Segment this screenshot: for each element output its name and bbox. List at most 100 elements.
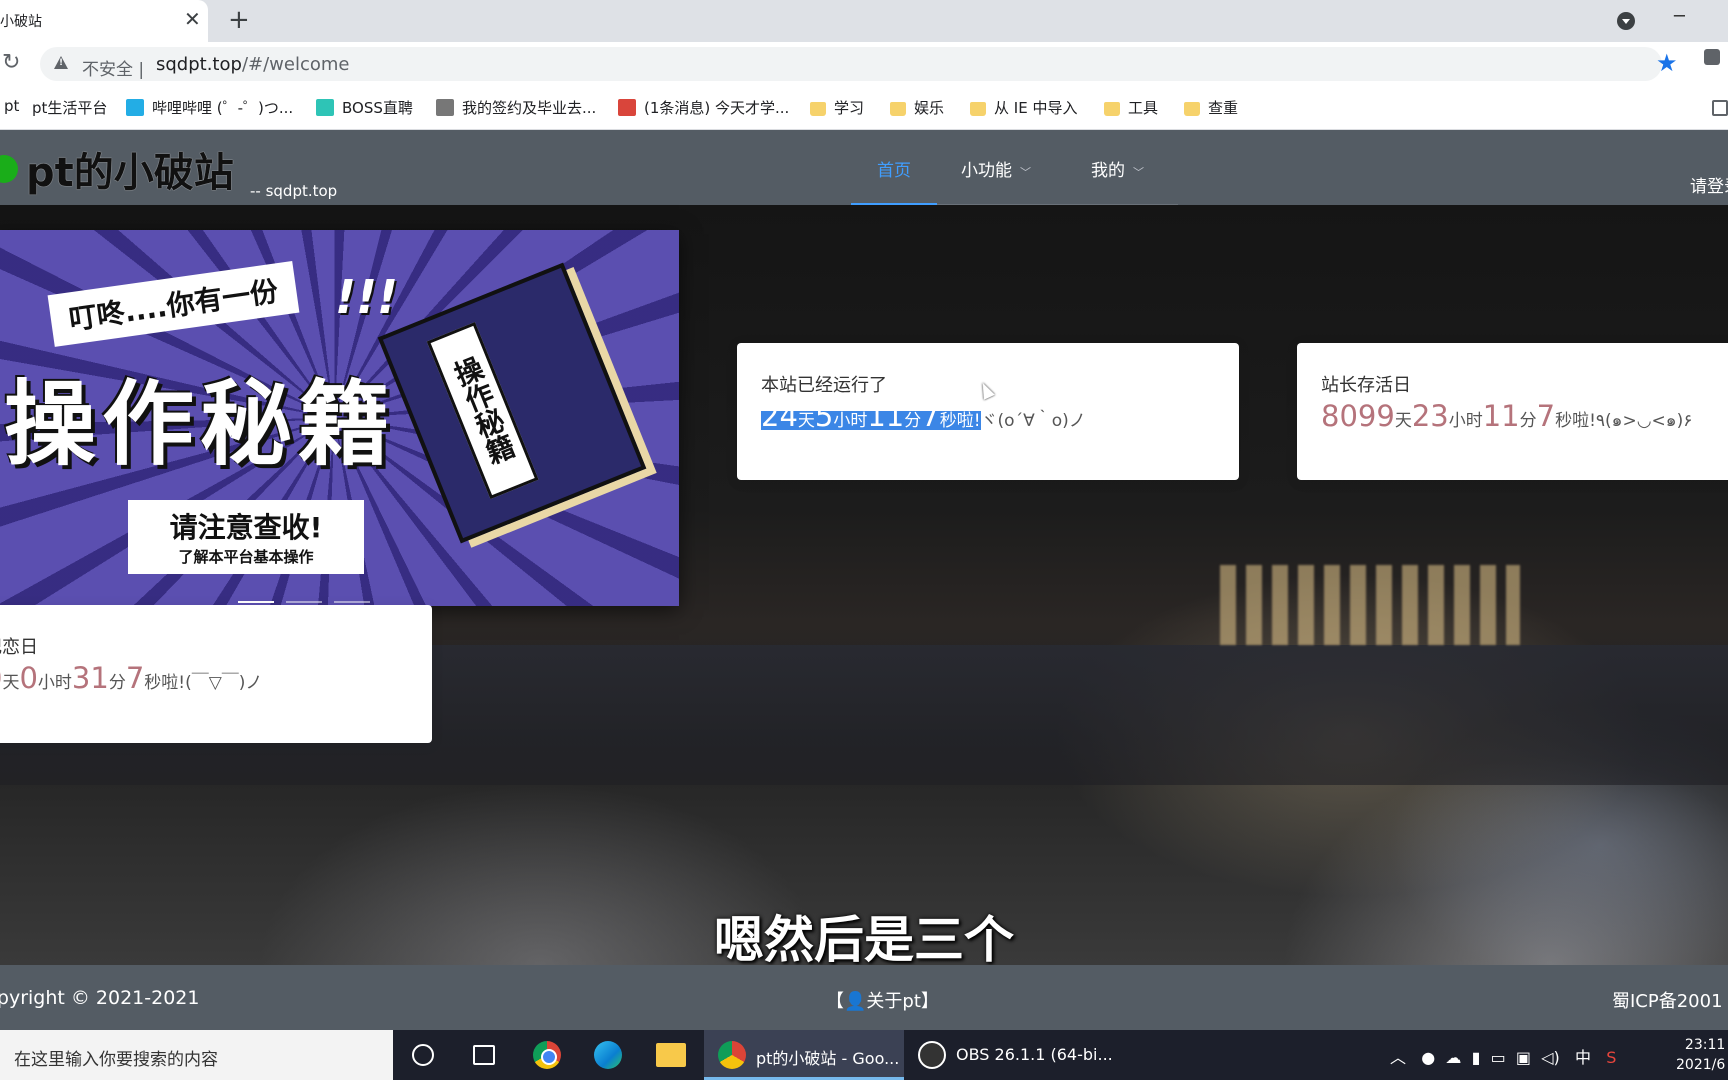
warning-icon[interactable] [54,56,68,69]
bookmark-item[interactable]: BOSS直聘 [316,97,413,118]
clock-time: 23:11 [1684,1037,1726,1053]
notice-sub: 了解本平台基本操作 [178,548,314,566]
icp-link[interactable]: 蜀ICP备2001 [1612,987,1723,1013]
site-logo[interactable]: pt的小破站 [0,140,234,196]
tray-chevron-icon[interactable]: ︿ [1390,1048,1406,1067]
card-site-running: 本站已经运行了 24天5小时11分7秒啦!ヾ(o´∀｀o)ノ [737,343,1239,480]
bookmark-folder[interactable]: 查重 [1184,97,1238,118]
selected-text: 24天5小时11分7秒啦! [761,399,981,433]
network-icon[interactable]: ▣ [1516,1048,1531,1067]
bookmark-folder[interactable]: 学习 [810,97,864,118]
site-domain: -- sqdpt.top [250,182,338,200]
about-link[interactable]: 【👤关于pt】 [826,987,939,1013]
login-link[interactable]: 请登录 [1690,172,1728,197]
bookmark-item[interactable]: 哔哩哔哩 (゜-゜)つ... [126,97,293,118]
card-counter: 0天0小时31分7秒啦!(￣▽￣)ノ [0,661,263,695]
bookmark-folder[interactable]: 从 IE 中导入 [970,97,1077,118]
folder-icon [1104,102,1120,116]
csdn-icon [618,99,636,116]
card-counter: 24天5小时11分7秒啦!ヾ(o´∀｀o)ノ [761,399,1086,433]
carousel-dot[interactable] [334,601,370,603]
site-footer: Copyright © 2021-2021 【👤关于pt】 蜀ICP备2001 [0,965,1728,1030]
chrome-icon[interactable] [533,1041,561,1069]
video-subtitle: 嗯然后是三个 [714,911,1014,965]
bookmark-folder[interactable]: 娱乐 [890,97,944,118]
bookmark-item[interactable]: (1条消息) 今天才学... [618,97,789,118]
book-label: 操作秘籍 [426,321,539,500]
nav-active-indicator [851,203,937,205]
card-counter: 8099天23小时11分7秒啦!٩(๑>◡<๑)۶ [1321,399,1693,433]
extensions-icon[interactable] [1704,49,1720,65]
banner-notice: 请注意查收! 了解本平台基本操作 [128,500,364,574]
main-nav: 首页 小功能 ﹀ 我的 ﹀ [851,130,1178,205]
card-title: 本站已经运行了 [761,375,887,396]
card-love-day: 纪恋日 0天0小时31分7秒啦!(￣▽￣)ノ [0,605,432,743]
sogou-icon[interactable]: S [1606,1048,1616,1067]
banner-exclamation: !!! [335,270,398,324]
taskbar-clock[interactable]: 23:11 2021/6 [1676,1035,1725,1075]
browser-toolbar: ↻ 不安全 | sqdpt.top/#/welcome ★ [0,42,1728,86]
nav-home[interactable]: 首页 [877,156,911,181]
security-label[interactable]: 不安全 | [82,55,144,80]
banner-title: 操作秘籍 [4,371,397,478]
file-explorer-icon[interactable] [656,1043,686,1067]
copyright: Copyright © 2021-2021 [0,987,200,1009]
obs-icon [918,1041,946,1069]
nav-mine[interactable]: 我的 ﹀ [1091,156,1144,181]
chrome-icon [718,1041,746,1069]
carousel-dot[interactable] [286,601,322,603]
taskbar-app-obs[interactable]: OBS 26.1.1 (64-bi... [904,1030,1113,1080]
mic-icon[interactable]: ▮ [1472,1048,1481,1067]
tab-title: 小破站 [0,14,42,30]
banner-carousel[interactable]: 叮咚....你有一份 !!! 操作秘籍 操作秘籍 请注意查收! 了解本平台基本操… [0,230,679,606]
minimize-icon[interactable]: ─ [1674,6,1685,27]
bookmark-pt-prefix[interactable]: pt [4,97,19,115]
windows-taskbar: 在这里输入你要搜索的内容 pt的小破站 - Goo... OBS 26.1.1 … [0,1030,1728,1080]
carousel-dot[interactable] [238,601,274,603]
folder-icon [1184,102,1200,116]
folder-icon [810,102,826,116]
bookmark-item[interactable]: 我的签约及毕业去... [436,97,596,118]
folder-icon [970,102,986,116]
logo-icon [0,155,18,183]
bilibili-icon [126,99,144,116]
card-title: 纪恋日 [0,637,38,658]
new-tab-icon[interactable]: + [228,6,250,34]
bookmark-item[interactable]: pt生活平台 [32,97,107,118]
qq-icon[interactable]: ● [1421,1048,1435,1067]
browser-tab-bar: 小破站 ✕ + ─ [0,0,1728,42]
card-title: 站长存活日 [1321,375,1411,396]
boss-icon [316,99,334,116]
volume-icon[interactable]: ◁) [1541,1048,1560,1067]
website: pt的小破站 -- sqdpt.top 首页 小功能﹀ 我的﹀ 请登录 叮咚..… [0,130,1728,965]
card-owner-alive: 站长存活日 8099天23小时11分7秒啦!٩(๑>◡<๑)۶ [1297,343,1728,480]
carousel-indicators [238,588,382,606]
edge-icon[interactable] [594,1041,622,1069]
battery-icon[interactable]: ▭ [1491,1048,1506,1067]
cloud-icon[interactable]: ☁ [1445,1048,1461,1067]
notice-main: 请注意查收! [169,511,323,544]
url-text[interactable]: sqdpt.top/#/welcome [156,54,349,75]
cortana-icon[interactable] [412,1044,434,1066]
background-city-lights [1220,565,1520,645]
ime-indicator[interactable]: 中 [1575,1048,1591,1067]
folder-icon [890,102,906,116]
chevron-down-icon: ﹀ [1133,166,1144,179]
xin-icon [436,99,454,116]
bookmark-folder[interactable]: 工具 [1104,97,1158,118]
bookmarks-bar: pt pt生活平台 哔哩哔哩 (゜-゜)つ... BOSS直聘 我的签约及毕业去… [0,86,1728,130]
chevron-down-icon: ﹀ [1020,166,1031,179]
browser-tab[interactable]: 小破站 ✕ [0,0,208,42]
reload-icon[interactable]: ↻ [2,51,20,75]
taskbar-app-chrome[interactable]: pt的小破站 - Goo... [704,1030,904,1080]
nav-tools[interactable]: 小功能 ﹀ [961,156,1031,181]
taskbar-search[interactable]: 在这里输入你要搜索的内容 [0,1030,393,1080]
reading-list-icon[interactable] [1712,100,1728,116]
taskbar-search-placeholder: 在这里输入你要搜索的内容 [14,1050,218,1070]
close-icon[interactable]: ✕ [184,9,201,29]
task-view-icon[interactable] [473,1045,495,1065]
site-header: pt的小破站 -- sqdpt.top 首页 小功能﹀ 我的﹀ 请登录 [0,130,1728,205]
tab-search-icon[interactable] [1617,12,1635,30]
bookmark-star-icon[interactable]: ★ [1656,49,1678,77]
address-bar[interactable]: 不安全 | sqdpt.top/#/welcome ★ [40,47,1678,81]
